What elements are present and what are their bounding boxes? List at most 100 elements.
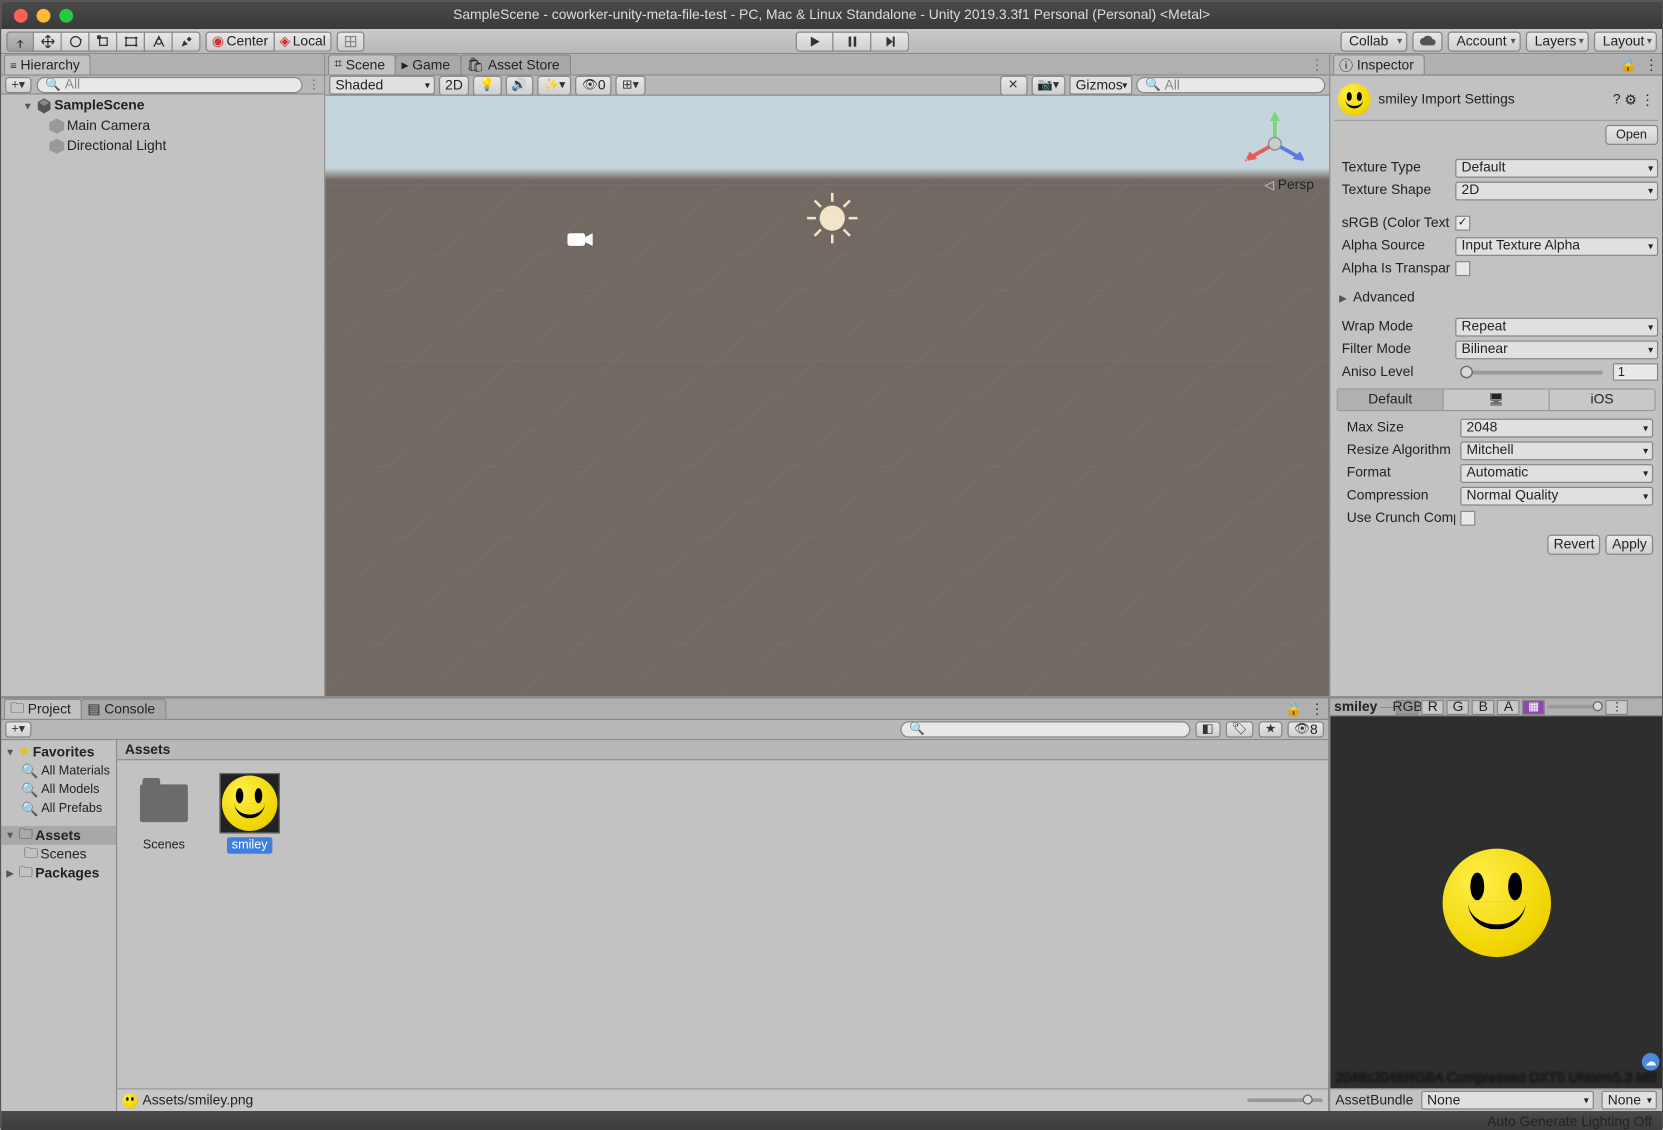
alpha-source-dropdown[interactable]: Input Texture Alpha <box>1455 236 1658 255</box>
scene-visibility-button[interactable]: 👁0 <box>576 75 612 95</box>
console-tab[interactable]: ▤Console <box>81 699 166 719</box>
mip-slider[interactable] <box>1548 705 1603 709</box>
g-channel-button[interactable]: G <box>1447 699 1470 714</box>
filter-dropdown[interactable]: Bilinear <box>1455 340 1658 359</box>
pause-button[interactable] <box>834 31 872 51</box>
hidden-packages-button[interactable]: 👁8 <box>1288 721 1324 737</box>
preset-icon[interactable]: ⚙ <box>1624 91 1636 107</box>
transform-tool-button[interactable] <box>145 31 173 51</box>
assetbundle-dropdown[interactable]: None <box>1421 1091 1594 1110</box>
2d-toggle-button[interactable]: 2D <box>439 75 469 95</box>
custom-tool-button[interactable] <box>173 31 201 51</box>
hierarchy-search-input[interactable]: 🔍 All <box>36 76 302 92</box>
asset-grid[interactable]: Scenes smiley <box>117 760 1328 1088</box>
camera-gizmo[interactable] <box>565 228 595 251</box>
scene-audio-button[interactable]: 🔊 <box>505 75 533 95</box>
directional-light-gizmo[interactable] <box>805 190 860 245</box>
project-create-button[interactable]: +▾ <box>5 721 31 737</box>
cloud-button[interactable] <box>1412 31 1442 51</box>
close-window-button[interactable] <box>14 8 28 22</box>
step-button[interactable] <box>871 31 909 51</box>
aniso-input[interactable] <box>1613 363 1658 381</box>
menu-icon[interactable]: ⋮ <box>1641 91 1655 107</box>
collab-dropdown[interactable]: Collab <box>1340 31 1407 51</box>
rgb-channel-button[interactable]: RGB <box>1396 699 1419 714</box>
scene-fx-button[interactable]: ✨▾ <box>537 75 572 95</box>
hierarchy-item[interactable]: Directional Light <box>1 136 324 156</box>
texture-type-dropdown[interactable]: Default <box>1455 158 1658 177</box>
maximize-window-button[interactable] <box>59 8 73 22</box>
rect-tool-button[interactable] <box>117 31 145 51</box>
gizmos-dropdown[interactable]: Gizmos <box>1069 76 1132 95</box>
save-search-button[interactable]: ★ <box>1259 721 1283 737</box>
favorite-item[interactable]: 🔍All Materials <box>1 762 116 781</box>
revert-button[interactable]: Revert <box>1547 535 1600 555</box>
scene-grid-button[interactable]: ⊞▾ <box>616 75 646 95</box>
platform-standalone-tab[interactable]: 🖥 <box>1444 390 1550 410</box>
scene-lighting-button[interactable]: 💡 <box>473 75 501 95</box>
hand-tool-button[interactable] <box>6 31 34 51</box>
scene-camera-button[interactable]: 📷▾ <box>1031 75 1066 95</box>
lock-icon[interactable]: 🔒 <box>1616 56 1641 72</box>
favorite-item[interactable]: 🔍All Models <box>1 781 116 800</box>
format-dropdown[interactable]: Automatic <box>1460 463 1653 482</box>
maxsize-dropdown[interactable]: 2048 <box>1460 418 1653 437</box>
project-lock-icon[interactable]: 🔒 <box>1282 700 1307 716</box>
scene-row[interactable]: ▼SampleScene <box>1 96 324 116</box>
asset-store-tab[interactable]: 🛍Asset Store <box>460 54 571 74</box>
help-icon[interactable]: ? <box>1613 91 1621 107</box>
apply-button[interactable]: Apply <box>1606 535 1653 555</box>
favorite-item[interactable]: 🔍All Prefabs <box>1 799 116 818</box>
minimize-window-button[interactable] <box>37 8 51 22</box>
compression-dropdown[interactable]: Normal Quality <box>1460 486 1653 505</box>
srgb-checkbox[interactable] <box>1455 216 1470 231</box>
r-channel-button[interactable]: R <box>1421 699 1444 714</box>
mip-button[interactable]: ▦ <box>1522 699 1545 714</box>
snap-button[interactable] <box>337 31 365 51</box>
platform-ios-tab[interactable]: iOS <box>1550 390 1655 410</box>
scene-search-input[interactable]: 🔍 All <box>1136 77 1325 93</box>
layout-dropdown[interactable]: Layout <box>1594 31 1657 51</box>
scene-tools-button[interactable]: ✕ <box>999 75 1027 95</box>
rotate-tool-button[interactable] <box>62 31 90 51</box>
tab-menu-icon[interactable]: ⋮ <box>1306 700 1327 716</box>
alpha-trans-checkbox[interactable] <box>1455 261 1470 276</box>
texture-preview[interactable]: ☁ 2048x2048 RGBA Compressed DXT5 UNorm 5… <box>1330 716 1662 1088</box>
project-breadcrumb[interactable]: Assets <box>117 740 1328 760</box>
orientation-gizmo[interactable]: xz <box>1240 108 1311 179</box>
open-button[interactable]: Open <box>1605 125 1659 145</box>
projection-label[interactable]: ◁ Persp <box>1265 178 1314 193</box>
scene-tab[interactable]: ⌗Scene <box>328 54 397 74</box>
inspector-tab[interactable]: ⓘInspector <box>1333 54 1425 74</box>
move-tool-button[interactable] <box>34 31 62 51</box>
packages-row[interactable]: ▶🗀Packages <box>1 864 116 883</box>
preview-menu-icon[interactable]: ⋮ <box>1606 699 1629 714</box>
crunch-checkbox[interactable] <box>1460 511 1475 526</box>
project-search-input[interactable]: 🔍 <box>900 721 1190 737</box>
assetbundle-variant-dropdown[interactable]: None <box>1601 1091 1656 1110</box>
thumbnail-size-slider[interactable] <box>1247 1098 1323 1102</box>
project-tab[interactable]: 🗀Project <box>4 699 82 719</box>
pivot-mode-button[interactable]: ◉Center <box>206 31 275 51</box>
tab-menu-icon[interactable]: ⋮ <box>1641 56 1662 72</box>
game-tab[interactable]: ▸Game <box>395 54 461 74</box>
a-channel-button[interactable]: A <box>1497 699 1520 714</box>
hierarchy-menu-icon[interactable]: ⋮ <box>308 78 321 92</box>
b-channel-button[interactable]: B <box>1472 699 1495 714</box>
scene-viewport[interactable]: xz ◁ Persp <box>325 96 1329 696</box>
advanced-foldout[interactable]: ▶Advanced <box>1334 288 1658 308</box>
favorites-row[interactable]: ▼★Favorites <box>1 743 116 762</box>
hierarchy-item[interactable]: Main Camera <box>1 116 324 136</box>
wrap-dropdown[interactable]: Repeat <box>1455 317 1658 336</box>
search-by-label-button[interactable]: 🏷 <box>1225 721 1254 737</box>
account-dropdown[interactable]: Account <box>1448 31 1521 51</box>
assets-row[interactable]: ▼🗀Assets <box>1 826 116 845</box>
layers-dropdown[interactable]: Layers <box>1526 31 1589 51</box>
hierarchy-create-button[interactable]: +▾ <box>5 76 31 92</box>
asset-texture[interactable]: smiley <box>216 773 284 854</box>
aniso-slider[interactable] <box>1460 370 1602 374</box>
search-by-type-button[interactable]: ◧ <box>1195 721 1220 737</box>
play-button[interactable] <box>796 31 834 51</box>
hierarchy-tab[interactable]: ≡Hierarchy <box>4 54 91 74</box>
status-text[interactable]: Auto Generate Lighting Off <box>1487 1115 1652 1130</box>
